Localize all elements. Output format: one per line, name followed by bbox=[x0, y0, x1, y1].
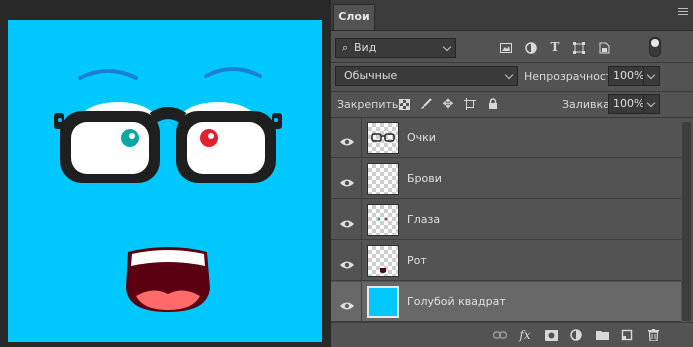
new-layer-icon[interactable] bbox=[620, 328, 634, 342]
layers-footer: fx bbox=[331, 322, 693, 347]
layer-filter-dropdown[interactable]: ⌕ Вид bbox=[335, 38, 456, 58]
visibility-eye-icon[interactable] bbox=[340, 214, 354, 228]
blend-mode-dropdown[interactable]: Обычные bbox=[335, 66, 518, 86]
glasses-bridge bbox=[149, 107, 187, 124]
opacity-dropdown-button[interactable] bbox=[643, 66, 660, 86]
lock-label: Закрепить: bbox=[337, 98, 403, 111]
lock-all-icon[interactable] bbox=[486, 97, 500, 111]
fill-value: 100% bbox=[613, 97, 645, 110]
text-filter-icon[interactable]: T bbox=[548, 40, 562, 54]
layer-row-eyebrows[interactable]: Брови bbox=[331, 159, 681, 199]
visibility-eye-icon[interactable] bbox=[340, 296, 354, 310]
visibility-eye-icon[interactable] bbox=[340, 173, 354, 187]
smart-object-filter-icon[interactable] bbox=[597, 41, 611, 55]
search-icon: ⌕ bbox=[342, 41, 349, 54]
layer-name: Глаза bbox=[407, 213, 441, 226]
adjustment-icon[interactable] bbox=[569, 328, 583, 342]
layer-name: Очки bbox=[407, 131, 436, 144]
link-icon[interactable] bbox=[493, 328, 507, 342]
lock-transparent-icon[interactable] bbox=[397, 97, 411, 111]
layer-row-blue-square[interactable]: Голубой квадрат bbox=[331, 282, 681, 322]
tab-layers[interactable]: Слои bbox=[333, 4, 375, 30]
shape-filter-icon[interactable] bbox=[572, 41, 586, 55]
folder-icon[interactable] bbox=[595, 328, 609, 342]
layer-row-eyes[interactable]: Глаза bbox=[331, 200, 681, 240]
layer-thumbnail bbox=[367, 245, 399, 277]
blend-mode-value: Обычные bbox=[344, 69, 398, 82]
fill-label: Заливка: bbox=[562, 98, 614, 111]
layer-row-glasses[interactable]: Очки bbox=[331, 118, 681, 158]
image-filter-icon[interactable] bbox=[499, 41, 513, 55]
layer-thumbnail bbox=[367, 204, 399, 236]
lock-position-icon[interactable]: ✥ bbox=[441, 97, 455, 112]
layer-name: Брови bbox=[407, 172, 442, 185]
mask-icon[interactable] bbox=[544, 328, 558, 342]
visibility-eye-icon[interactable] bbox=[340, 255, 354, 269]
layer-thumbnail bbox=[367, 122, 399, 154]
panel-tab-bar: Слои bbox=[331, 0, 693, 31]
layers-panel: Слои ⌕ Вид T Обычные Непрозрачность: 100… bbox=[330, 0, 693, 347]
visibility-eye-icon[interactable] bbox=[340, 132, 354, 146]
layer-name: Рот bbox=[407, 254, 427, 267]
layer-row-mouth[interactable]: Рот bbox=[331, 241, 681, 281]
face-illustration bbox=[8, 20, 322, 342]
trash-icon[interactable] bbox=[646, 328, 660, 342]
adjustment-filter-icon[interactable] bbox=[524, 41, 538, 55]
layers-list: Очки Брови Глаза Рот Голубой квадрат bbox=[331, 118, 681, 323]
panel-menu-icon[interactable] bbox=[678, 8, 688, 18]
layer-name: Голубой квадрат bbox=[407, 295, 506, 308]
layer-thumbnail bbox=[367, 286, 399, 318]
lock-image-icon[interactable] bbox=[419, 97, 433, 111]
opacity-value: 100% bbox=[613, 69, 645, 82]
filter-value: Вид bbox=[354, 41, 377, 54]
layer-thumbnail bbox=[367, 163, 399, 195]
fx-icon[interactable]: fx bbox=[518, 328, 532, 342]
layers-scrollbar[interactable] bbox=[682, 122, 691, 321]
fill-dropdown-button[interactable] bbox=[643, 94, 660, 114]
lock-artboard-icon[interactable] bbox=[463, 97, 477, 111]
document-canvas-area[interactable] bbox=[0, 0, 330, 347]
artboard[interactable] bbox=[8, 20, 322, 342]
filter-toggle[interactable] bbox=[649, 37, 661, 57]
